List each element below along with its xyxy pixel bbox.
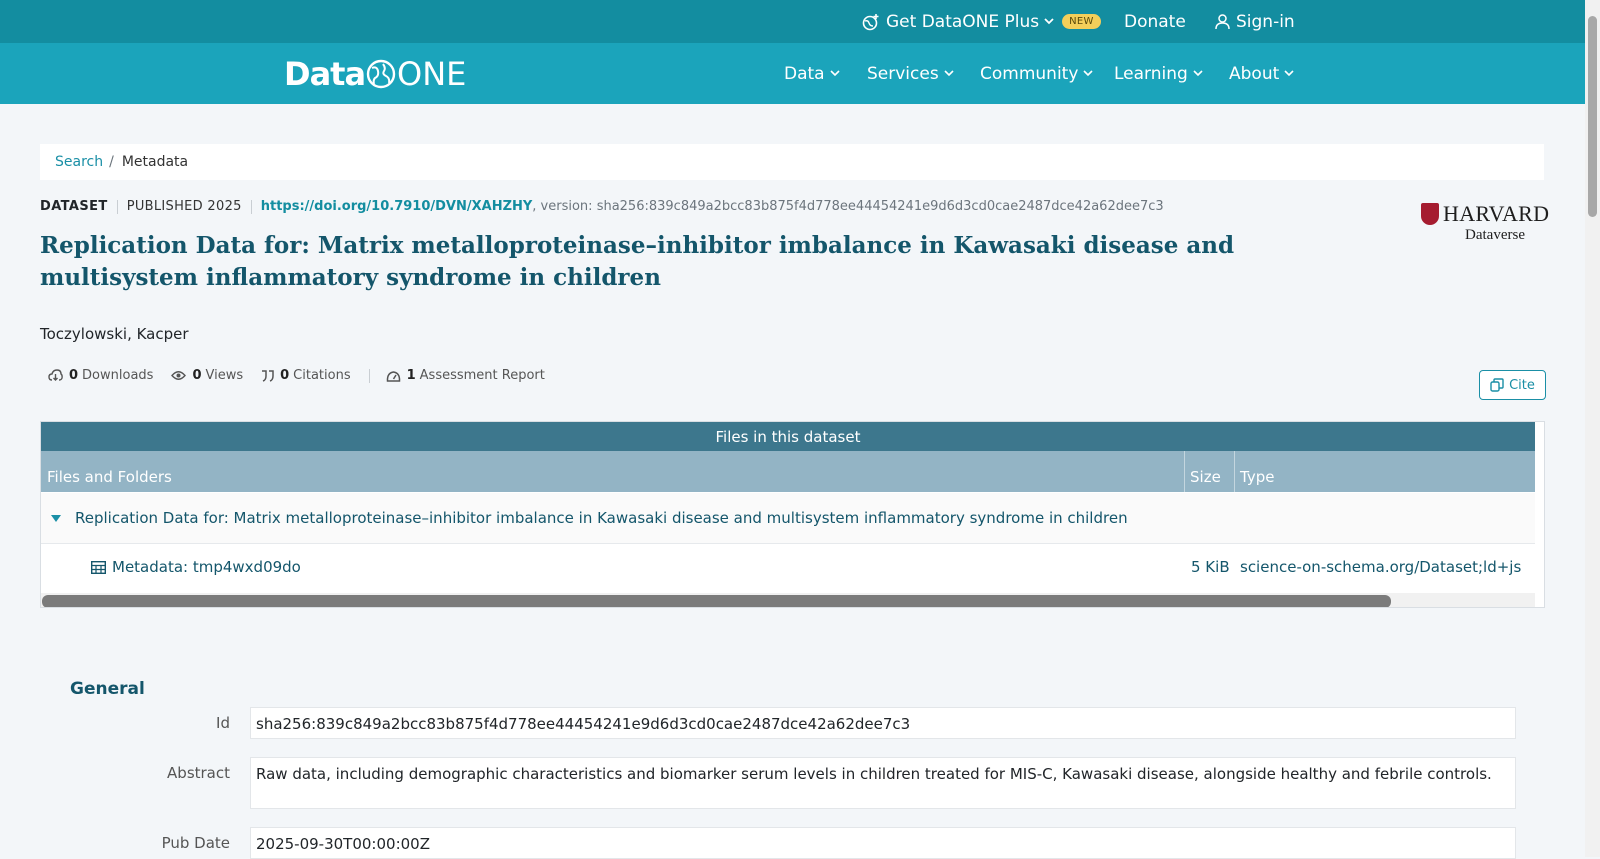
repository-name: HARVARD	[1443, 201, 1550, 226]
version-text: , version: sha256:839c849a2bcc83b875f4d7…	[532, 199, 1164, 214]
main-navigation: Data ONE Data Services Community Learnin…	[0, 43, 1585, 104]
downloads-label: Downloads	[82, 368, 154, 383]
page-title: Replication Data for: Matrix metalloprot…	[40, 232, 1235, 291]
field-value-id: sha256:839c849a2bcc83b875f4d778ee4445424…	[250, 707, 1516, 739]
breadcrumb-search-link[interactable]: Search	[55, 154, 103, 170]
get-dataone-plus-menu[interactable]: Get DataONE Plus NEW	[862, 0, 1101, 43]
views-stat: 0 Views	[171, 368, 243, 383]
general-heading: General	[70, 679, 145, 699]
meta-divider	[116, 199, 118, 214]
sign-in-link[interactable]: Sign-in	[1215, 0, 1295, 43]
cite-label: Cite	[1509, 377, 1535, 393]
horizontal-scrollbar-thumb[interactable]	[42, 595, 1391, 607]
dataset-stats: 0 Downloads 0 Views 0 Citations 1 Assess…	[48, 368, 563, 383]
citations-count: 0	[280, 368, 290, 383]
published-year: PUBLISHED 2025	[126, 199, 242, 214]
breadcrumb: Search / Metadata	[40, 144, 1544, 180]
repository-sub: Dataverse	[1465, 227, 1525, 243]
field-label-pubdate: Pub Date	[161, 834, 230, 852]
downloads-count: 0	[69, 368, 79, 383]
column-header-files[interactable]: Files and Folders	[47, 451, 172, 492]
copy-icon	[1490, 378, 1504, 392]
dataone-logo[interactable]: Data ONE	[284, 55, 466, 93]
column-divider	[1234, 451, 1235, 492]
assessment-count: 1	[406, 368, 416, 383]
citations-label: Citations	[293, 368, 351, 383]
utility-bar: Get DataONE Plus NEW Donate Sign-in	[0, 0, 1585, 43]
harvard-shield-icon	[1421, 203, 1439, 225]
folder-name: Replication Data for: Matrix metalloprot…	[75, 509, 1128, 527]
field-value-abstract: Raw data, including demographic characte…	[250, 757, 1516, 809]
nav-community-label: Community	[980, 63, 1079, 84]
nav-about-label: About	[1229, 63, 1280, 84]
donate-link[interactable]: Donate	[1124, 0, 1186, 43]
quote-icon	[262, 369, 274, 382]
nav-learning-label: Learning	[1114, 63, 1188, 84]
chevron-down-icon	[944, 70, 954, 77]
file-type: science-on-schema.org/Dataset;ld+js	[1240, 558, 1522, 576]
assessment-label: Assessment Report	[419, 368, 545, 383]
horizontal-scrollbar[interactable]	[41, 593, 1535, 607]
logo-one-text: ONE	[397, 55, 467, 93]
repository-logo[interactable]: HARVARD Dataverse	[1421, 200, 1550, 246]
nav-community[interactable]: Community	[980, 43, 1093, 104]
files-table: Files in this dataset Files and Folders …	[40, 421, 1545, 608]
globe-icon	[366, 59, 396, 89]
folder-row[interactable]: Replication Data for: Matrix metalloprot…	[41, 493, 1535, 544]
files-table-caption: Files in this dataset	[41, 422, 1535, 451]
field-value-pubdate: 2025-09-30T00:00:00Z	[250, 827, 1516, 859]
nav-data[interactable]: Data	[784, 43, 840, 104]
file-name[interactable]: Metadata: tmp4wxd09do	[112, 558, 301, 576]
column-header-type[interactable]: Type	[1240, 451, 1274, 492]
breadcrumb-separator: /	[109, 154, 114, 170]
new-badge: NEW	[1062, 14, 1101, 29]
field-label-abstract: Abstract	[167, 764, 230, 782]
sign-in-label: Sign-in	[1236, 11, 1295, 32]
vertical-scrollbar-thumb[interactable]	[1588, 16, 1597, 217]
eye-icon	[171, 371, 187, 380]
nav-services[interactable]: Services	[867, 43, 954, 104]
cloud-download-icon	[48, 369, 63, 381]
files-table-header: Files and Folders Size Type	[41, 451, 1535, 492]
logo-data-text: Data	[284, 55, 366, 93]
views-count: 0	[192, 368, 202, 383]
citations-stat: 0 Citations	[261, 368, 351, 383]
column-divider	[1184, 451, 1185, 492]
chevron-down-icon	[1083, 70, 1093, 77]
dataset-meta-line: DATASET PUBLISHED 2025 https://doi.org/1…	[40, 199, 1164, 214]
chevron-down-icon	[1284, 70, 1294, 77]
caret-down-icon[interactable]	[51, 514, 61, 522]
table-row[interactable]: Metadata: tmp4wxd09do 5 KiB science-on-s…	[41, 544, 1535, 593]
user-icon	[1215, 13, 1230, 29]
nav-learning[interactable]: Learning	[1114, 43, 1203, 104]
nav-services-label: Services	[867, 63, 939, 84]
meta-divider	[250, 199, 252, 214]
breadcrumb-current: Metadata	[121, 154, 189, 170]
assessment-stat[interactable]: 1 Assessment Report	[386, 368, 545, 383]
column-header-size[interactable]: Size	[1190, 451, 1221, 492]
views-label: Views	[205, 368, 244, 383]
stats-divider	[368, 368, 370, 383]
get-dataone-plus-label: Get DataONE Plus	[886, 11, 1040, 32]
field-label-id: Id	[216, 714, 230, 732]
globe-plus-icon	[862, 13, 879, 30]
chevron-down-icon	[1044, 18, 1054, 25]
chevron-down-icon	[830, 70, 840, 77]
gauge-icon	[386, 370, 400, 382]
nav-data-label: Data	[784, 63, 825, 84]
doi-link[interactable]: https://doi.org/10.7910/DVN/XAHZHY	[261, 199, 533, 214]
dataset-type-label: DATASET	[40, 199, 108, 214]
table-icon	[91, 561, 106, 574]
file-size: 5 KiB	[1191, 558, 1230, 576]
donate-label: Donate	[1124, 11, 1186, 32]
vertical-scrollbar[interactable]	[1585, 0, 1600, 857]
chevron-down-icon	[1193, 70, 1203, 77]
cite-button[interactable]: Cite	[1479, 370, 1546, 400]
nav-about[interactable]: About	[1229, 43, 1294, 104]
downloads-stat: 0 Downloads	[48, 368, 153, 383]
author-name[interactable]: Toczylowski, Kacper	[40, 325, 189, 343]
